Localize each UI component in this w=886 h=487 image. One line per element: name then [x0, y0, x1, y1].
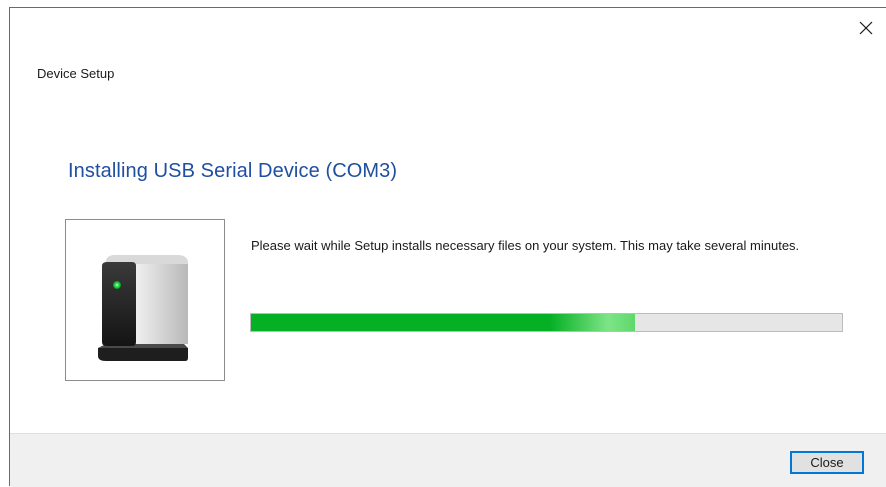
window-title: Device Setup	[37, 66, 115, 81]
device-image-frame	[65, 219, 225, 381]
close-icon	[859, 21, 873, 35]
dialog-footer: Close	[10, 433, 886, 487]
progress-fill	[251, 314, 636, 331]
install-progress-bar	[250, 313, 843, 332]
close-button[interactable]: Close	[790, 451, 864, 474]
usb-device-icon	[98, 255, 188, 361]
device-setup-window: Device Setup Installing USB Serial Devic…	[9, 7, 886, 487]
status-message: Please wait while Setup installs necessa…	[251, 238, 800, 253]
page-heading: Installing USB Serial Device (COM3)	[68, 160, 398, 182]
window-close-button[interactable]	[854, 16, 878, 40]
